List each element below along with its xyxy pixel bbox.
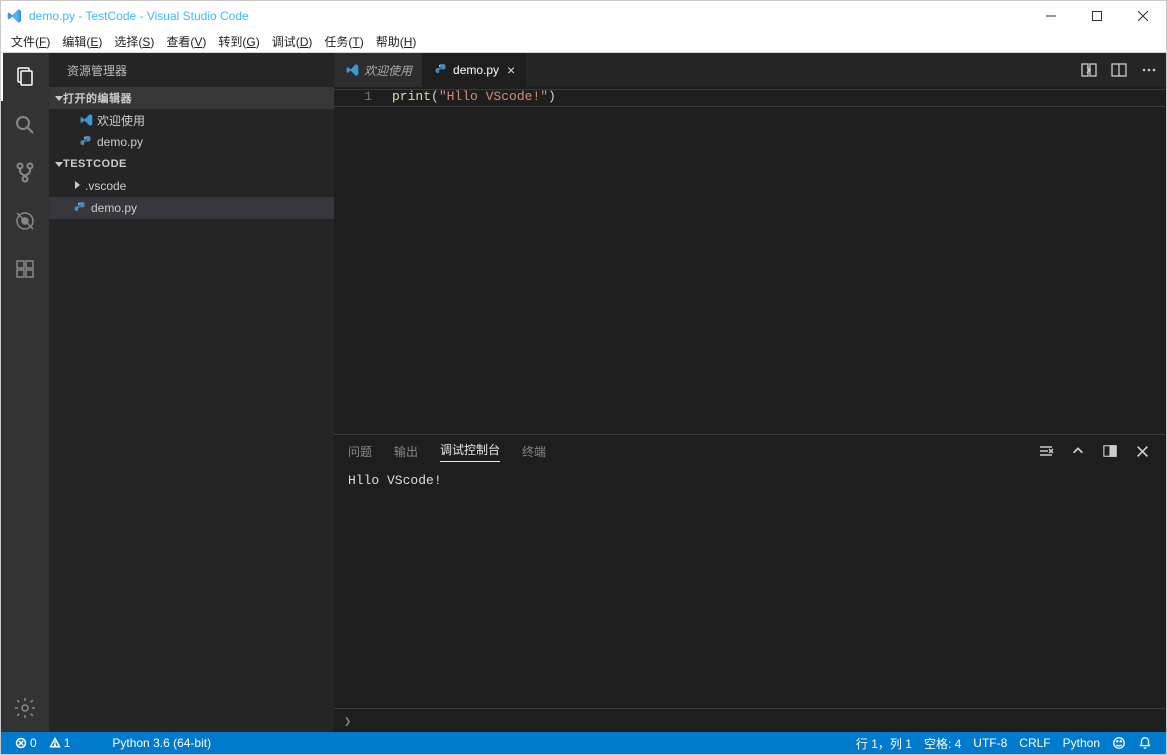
code-editor[interactable]: 1 print("Hllo VScode!"): [334, 87, 1166, 434]
panel-tab-terminal[interactable]: 终端: [522, 443, 546, 460]
chevron-down-icon: [55, 162, 63, 167]
workspace-label: TESTCODE: [63, 158, 127, 170]
panel-maximize-icon[interactable]: [1100, 441, 1120, 461]
title-bar: demo.py - TestCode - Visual Studio Code: [1, 1, 1166, 31]
tab-label: demo.py: [453, 63, 499, 77]
status-warnings[interactable]: 1: [43, 736, 77, 750]
panel-tabs: 问题 输出 调试控制台 终端: [334, 435, 1166, 467]
window-title: demo.py - TestCode - Visual Studio Code: [29, 9, 249, 23]
status-notifications-icon[interactable]: [1132, 735, 1158, 752]
menu-t[interactable]: 任务(T): [318, 31, 369, 52]
editor-area: 欢迎使用 demo.py × 1 print("Hllo VScode!"): [334, 53, 1166, 732]
line-number: 1: [334, 89, 372, 104]
open-editor-label: demo.py: [97, 135, 143, 149]
clear-console-icon[interactable]: [1036, 441, 1056, 461]
vscode-logo-icon: [7, 8, 23, 24]
menu-bar: 文件(F)编辑(E)选择(S)查看(V)转到(G)调试(D)任务(T)帮助(H): [1, 31, 1166, 53]
menu-v[interactable]: 查看(V): [160, 31, 212, 52]
tab-demo-py[interactable]: demo.py ×: [423, 53, 526, 87]
menu-g[interactable]: 转到(G): [212, 31, 265, 52]
open-editors-label: 打开的编辑器: [63, 90, 132, 106]
status-encoding[interactable]: UTF-8: [967, 735, 1013, 752]
panel-tab-problems[interactable]: 问题: [348, 443, 372, 460]
chevron-right-icon: [75, 181, 80, 189]
more-actions-icon[interactable]: [1138, 59, 1160, 81]
close-button[interactable]: [1120, 1, 1166, 31]
maximize-button[interactable]: [1074, 1, 1120, 31]
source-control-icon[interactable]: [1, 149, 49, 197]
compare-changes-icon[interactable]: [1078, 59, 1100, 81]
file-demo-py[interactable]: demo.py: [49, 197, 334, 219]
folder-vscode[interactable]: .vscode: [49, 175, 334, 197]
workspace-section[interactable]: TESTCODE: [49, 153, 334, 175]
settings-gear-icon[interactable]: [1, 684, 49, 732]
menu-e[interactable]: 编辑(E): [56, 31, 108, 52]
open-editor-label: 欢迎使用: [97, 112, 145, 129]
python-file-icon: [433, 63, 451, 77]
panel-tab-debug-console[interactable]: 调试控制台: [440, 441, 500, 462]
status-language[interactable]: Python: [1057, 735, 1106, 752]
python-file-icon: [71, 201, 91, 215]
debug-icon[interactable]: [1, 197, 49, 245]
prompt-chevron-icon: ❯: [344, 714, 351, 728]
warnings-count: 1: [64, 736, 71, 750]
code-content[interactable]: print("Hllo VScode!"): [384, 87, 1166, 434]
status-line-col[interactable]: 行 1，列 1: [850, 735, 918, 752]
search-icon[interactable]: [1, 101, 49, 149]
panel-close-icon[interactable]: [1132, 441, 1152, 461]
status-bar: 0 1 Python 3.6 (64-bit) 行 1，列 1 空格: 4 UT…: [1, 732, 1166, 754]
line-gutter: 1: [334, 87, 384, 434]
tab-welcome[interactable]: 欢迎使用: [334, 53, 423, 87]
explorer-sidebar: 资源管理器 打开的编辑器 欢迎使用 demo.py TESTCODE .vsco…: [49, 53, 334, 732]
tab-close-icon[interactable]: ×: [507, 62, 515, 78]
tree-item-label: .vscode: [85, 179, 126, 193]
editor-tabs: 欢迎使用 demo.py ×: [334, 53, 1166, 87]
menu-f[interactable]: 文件(F): [5, 31, 56, 52]
status-indentation[interactable]: 空格: 4: [918, 735, 967, 752]
menu-s[interactable]: 选择(S): [108, 31, 160, 52]
status-eol[interactable]: CRLF: [1013, 735, 1056, 752]
tab-label: 欢迎使用: [364, 62, 412, 79]
status-errors[interactable]: 0: [9, 736, 43, 750]
sidebar-title: 资源管理器: [49, 53, 334, 87]
debug-console-output[interactable]: Hllo VScode!: [334, 467, 1166, 708]
menu-h[interactable]: 帮助(H): [370, 31, 423, 52]
open-editors-section[interactable]: 打开的编辑器: [49, 87, 334, 109]
vscode-file-icon: [77, 113, 97, 127]
status-python-version[interactable]: Python 3.6 (64-bit): [106, 736, 217, 750]
open-editor-welcome[interactable]: 欢迎使用: [49, 109, 334, 131]
explorer-icon[interactable]: [1, 53, 49, 101]
bottom-panel: 问题 输出 调试控制台 终端 Hllo VScode! ❯: [334, 434, 1166, 732]
panel-tab-output[interactable]: 输出: [394, 443, 418, 460]
debug-console-input[interactable]: ❯: [334, 708, 1166, 732]
vscode-file-icon: [344, 63, 362, 77]
open-editor-demo[interactable]: demo.py: [49, 131, 334, 153]
split-editor-icon[interactable]: [1108, 59, 1130, 81]
minimize-button[interactable]: [1028, 1, 1074, 31]
extensions-icon[interactable]: [1, 245, 49, 293]
menu-d[interactable]: 调试(D): [266, 31, 319, 52]
activity-bar: [1, 53, 49, 732]
status-feedback-icon[interactable]: [1106, 735, 1132, 752]
errors-count: 0: [30, 736, 37, 750]
panel-collapse-icon[interactable]: [1068, 441, 1088, 461]
chevron-down-icon: [55, 96, 63, 101]
tree-item-label: demo.py: [91, 201, 137, 215]
python-file-icon: [77, 135, 97, 149]
